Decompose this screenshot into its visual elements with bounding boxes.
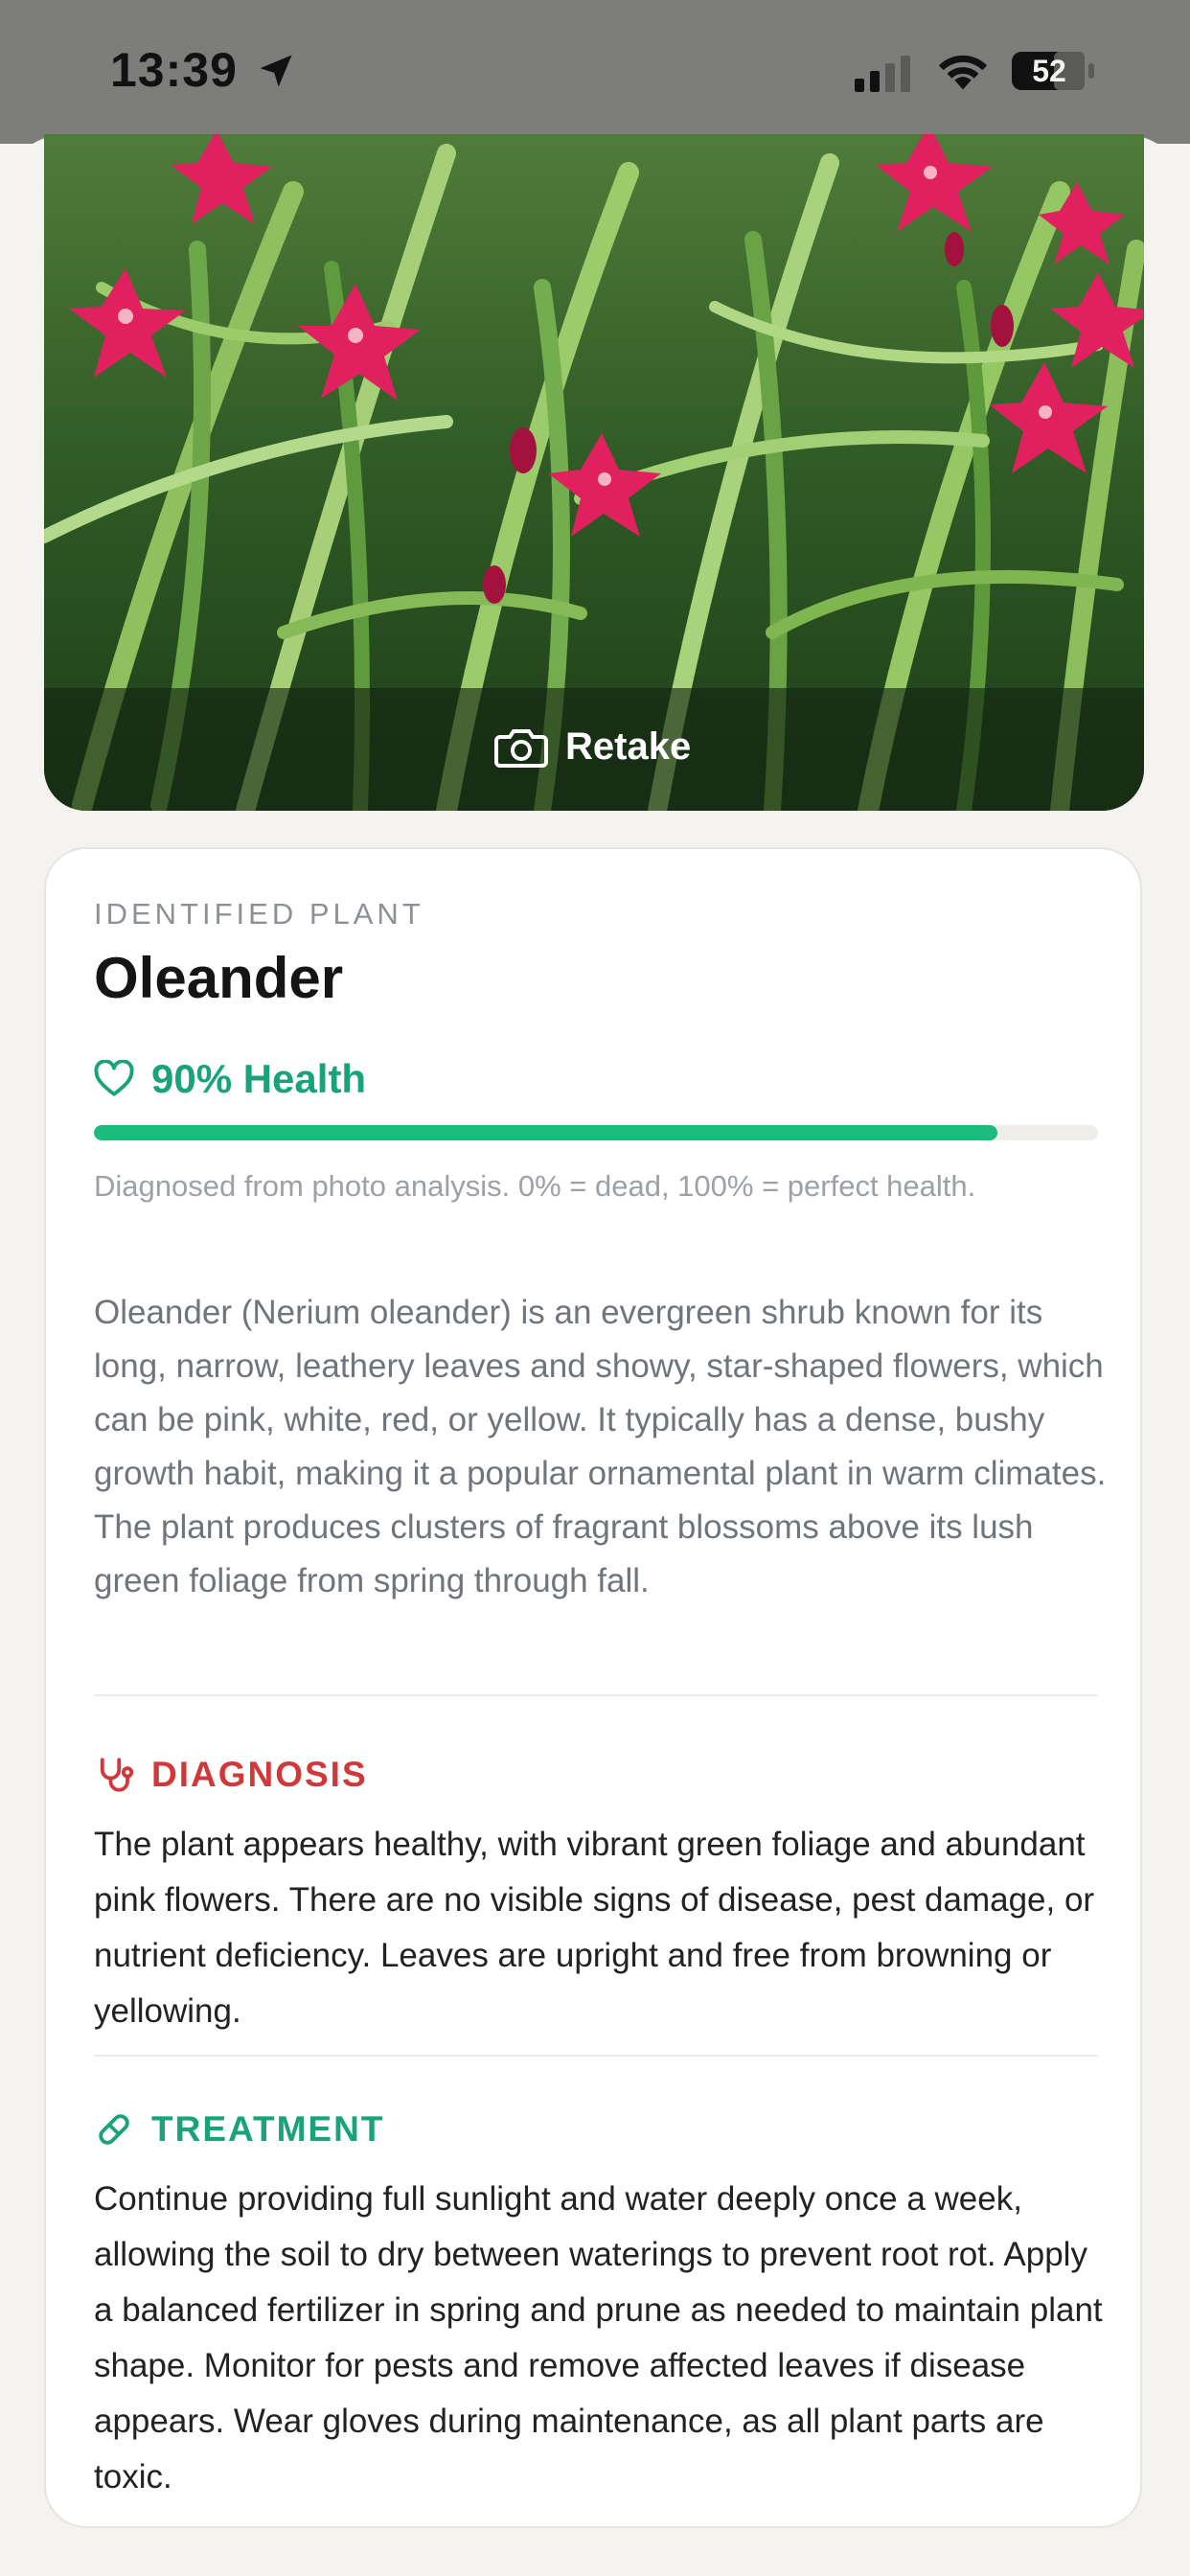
treatment-header: TREATMENT bbox=[94, 2103, 384, 2156]
status-bar: 13:39 52 bbox=[0, 0, 1190, 144]
plant-name: Oleander bbox=[94, 946, 344, 1010]
wifi-icon bbox=[938, 55, 988, 90]
heart-icon bbox=[94, 1060, 134, 1096]
health-progress-fill bbox=[94, 1125, 998, 1140]
pill-icon bbox=[99, 2114, 129, 2145]
identified-plant-label: IDENTIFIED PLANT bbox=[94, 897, 424, 931]
health-note: Diagnosed from photo analysis. 0% = dead… bbox=[94, 1169, 976, 1203]
status-time: 13:39 bbox=[110, 43, 238, 97]
treatment-text: Continue providing full sunlight and wat… bbox=[94, 2180, 1103, 2496]
health-percentage: 90% Health bbox=[151, 1056, 367, 1101]
battery-level: 52 bbox=[1032, 54, 1066, 88]
health-row: 90% Health bbox=[94, 1050, 366, 1108]
diagnosis-header: DIAGNOSIS bbox=[94, 1748, 368, 1802]
retake-label: Retake bbox=[565, 724, 692, 768]
stethoscope-icon bbox=[100, 1758, 134, 1792]
cellular-signal-icon bbox=[855, 56, 910, 92]
health-progress-bar bbox=[94, 1125, 1098, 1140]
plant-info-card: IDENTIFIED PLANT Oleander 90% Health Dia… bbox=[44, 847, 1142, 2528]
plant-photo: Retake bbox=[44, 134, 1144, 811]
divider bbox=[94, 1694, 1098, 1696]
retake-button[interactable]: Retake bbox=[494, 713, 705, 780]
plant-description: Oleander (Nerium oleander) is an evergre… bbox=[94, 1294, 1107, 1599]
treatment-title: TREATMENT bbox=[151, 2109, 385, 2149]
diagnosis-title: DIAGNOSIS bbox=[151, 1755, 368, 1794]
diagnosis-text: The plant appears healthy, with vibrant … bbox=[94, 1826, 1095, 2030]
camera-icon bbox=[494, 729, 548, 768]
location-arrow-icon bbox=[260, 55, 292, 87]
divider bbox=[94, 2055, 1098, 2057]
